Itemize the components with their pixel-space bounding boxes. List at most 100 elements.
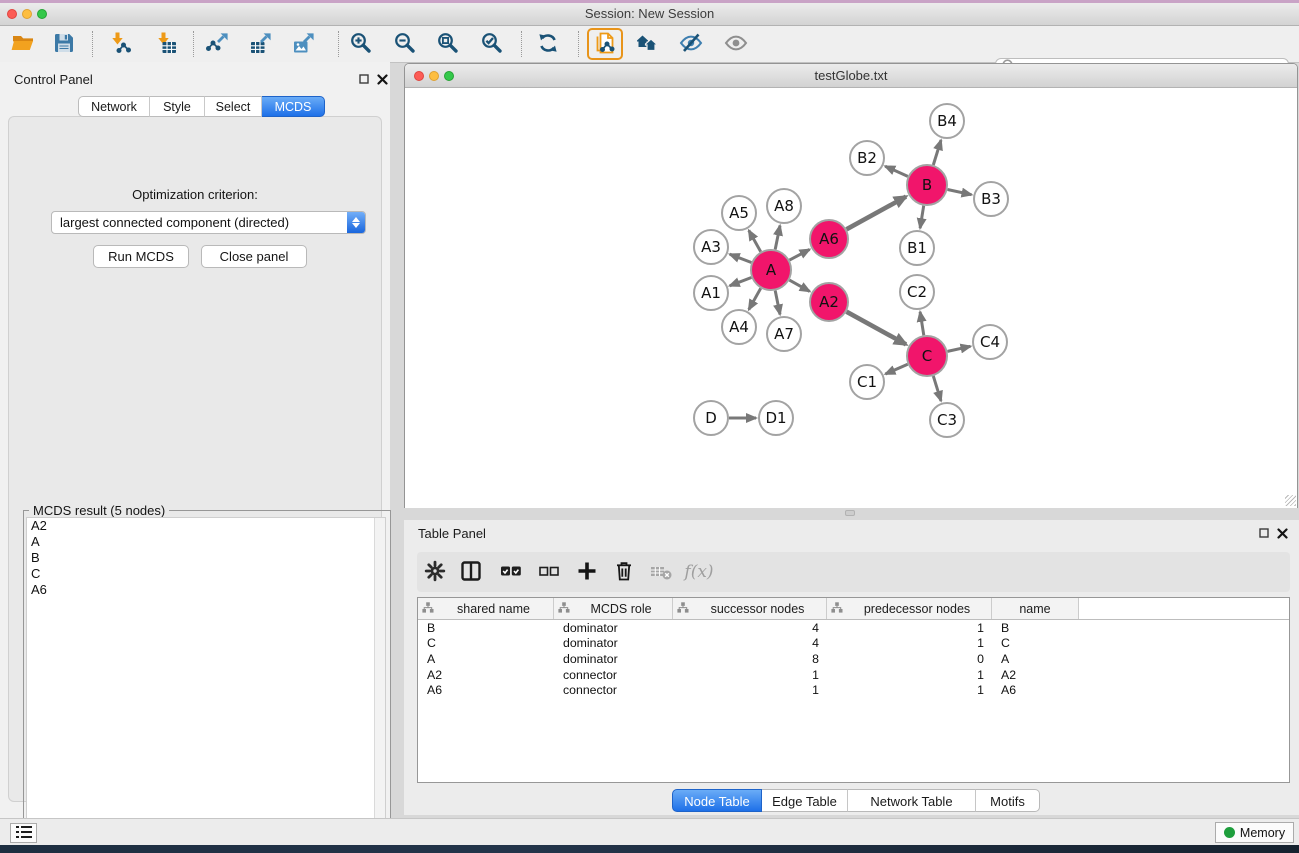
edge-A-A3[interactable]: [730, 254, 752, 262]
cell[interactable]: A2: [992, 668, 1079, 682]
close-panel-button[interactable]: Close panel: [201, 245, 307, 268]
node-B3[interactable]: B3: [974, 182, 1008, 216]
table-row[interactable]: Adominator80A: [418, 651, 1289, 667]
tab-mcds[interactable]: MCDS: [262, 96, 325, 117]
node-B[interactable]: B: [907, 165, 947, 205]
delete-column-button[interactable]: [607, 555, 641, 589]
edge-C-C4[interactable]: [948, 346, 971, 351]
import-network-button[interactable]: [102, 28, 138, 60]
cell[interactable]: dominator: [554, 621, 673, 635]
cell[interactable]: 1: [673, 683, 827, 697]
node-C2[interactable]: C2: [900, 275, 934, 309]
column-header-predecessor-nodes[interactable]: predecessor nodes: [827, 598, 992, 619]
tab-edge-table[interactable]: Edge Table: [762, 789, 848, 812]
edge-B-B4[interactable]: [933, 140, 941, 165]
add-column-button[interactable]: [570, 555, 604, 589]
edge-A-A2[interactable]: [789, 280, 809, 291]
edge-A-A8[interactable]: [775, 226, 780, 250]
edge-B-B2[interactable]: [885, 166, 908, 176]
zoom-in-button[interactable]: [343, 28, 379, 60]
node-A8[interactable]: A8: [767, 189, 801, 223]
edge-A-A7[interactable]: [775, 291, 780, 315]
network-overview-button[interactable]: [587, 28, 623, 60]
node-A6[interactable]: A6: [810, 220, 848, 258]
settings-button[interactable]: [418, 555, 452, 589]
cell[interactable]: 1: [827, 621, 992, 635]
select-all-button[interactable]: [494, 555, 528, 589]
close-panel-icon[interactable]: [377, 72, 388, 90]
tab-style[interactable]: Style: [150, 96, 205, 117]
deselect-all-button[interactable]: [532, 555, 566, 589]
node-A2[interactable]: A2: [810, 283, 848, 321]
cell[interactable]: A2: [418, 668, 554, 682]
float-table-panel-icon[interactable]: [1259, 526, 1270, 544]
network-zoom-button[interactable]: [444, 71, 454, 81]
table-row[interactable]: A6connector11A6: [418, 682, 1289, 698]
node-A7[interactable]: A7: [767, 317, 801, 351]
node-A[interactable]: A: [751, 250, 791, 290]
cell[interactable]: 1: [673, 668, 827, 682]
node-C4[interactable]: C4: [973, 325, 1007, 359]
table-row[interactable]: Bdominator41B: [418, 620, 1289, 636]
mcds-result-item[interactable]: C: [27, 566, 385, 582]
tab-network[interactable]: Network: [78, 96, 150, 117]
edge-A-A6[interactable]: [790, 249, 810, 260]
node-C3[interactable]: C3: [930, 403, 964, 437]
export-network-button[interactable]: [200, 28, 236, 60]
cell[interactable]: 1: [827, 636, 992, 650]
table-row[interactable]: A2connector11A2: [418, 667, 1289, 683]
edge-C-C3[interactable]: [933, 376, 941, 401]
save-session-button[interactable]: [46, 28, 82, 60]
tab-motifs[interactable]: Motifs: [976, 789, 1040, 812]
edge-C-C2[interactable]: [920, 312, 924, 336]
edge-A-A4[interactable]: [749, 288, 761, 309]
zoom-window-button[interactable]: [37, 9, 47, 19]
close-table-panel-icon[interactable]: [1277, 526, 1288, 544]
tab-node-table[interactable]: Node Table: [672, 789, 762, 812]
cell[interactable]: A6: [418, 683, 554, 697]
network-window-title-bar[interactable]: testGlobe.txt: [405, 64, 1297, 88]
column-header-shared-name[interactable]: shared name: [418, 598, 554, 619]
node-A5[interactable]: A5: [722, 196, 756, 230]
graphics-details-button[interactable]: [673, 28, 709, 60]
window-resize-grip[interactable]: [1285, 495, 1296, 506]
network-close-button[interactable]: [414, 71, 424, 81]
edge-B-B1[interactable]: [920, 206, 924, 229]
node-D[interactable]: D: [694, 401, 728, 435]
column-header-MCDS-role[interactable]: MCDS role: [554, 598, 673, 619]
import-table-button[interactable]: [148, 28, 184, 60]
cell[interactable]: C: [418, 636, 554, 650]
memory-button[interactable]: Memory: [1215, 822, 1294, 843]
export-table-button[interactable]: [243, 28, 279, 60]
edge-A2-C[interactable]: [847, 312, 907, 345]
close-window-button[interactable]: [7, 9, 17, 19]
node-C1[interactable]: C1: [850, 365, 884, 399]
table-row[interactable]: Cdominator41C: [418, 636, 1289, 652]
homes-button[interactable]: [629, 28, 665, 60]
node-B2[interactable]: B2: [850, 141, 884, 175]
cell[interactable]: A: [992, 652, 1079, 666]
node-A1[interactable]: A1: [694, 276, 728, 310]
cell[interactable]: 4: [673, 621, 827, 635]
node-table[interactable]: shared nameMCDS rolesuccessor nodesprede…: [417, 597, 1290, 783]
refresh-button[interactable]: [530, 28, 566, 60]
export-image-button[interactable]: [286, 28, 322, 60]
tab-network-table[interactable]: Network Table: [848, 789, 976, 812]
tab-select[interactable]: Select: [205, 96, 262, 117]
zoom-selected-button[interactable]: [474, 28, 510, 60]
edge-B-B3[interactable]: [948, 190, 972, 195]
column-header-name[interactable]: name: [992, 598, 1079, 619]
edge-A-A5[interactable]: [749, 230, 761, 251]
mcds-result-list[interactable]: A2ABCA6: [26, 517, 386, 848]
column-layout-button[interactable]: [454, 555, 488, 589]
cell[interactable]: C: [992, 636, 1079, 650]
cell[interactable]: A: [418, 652, 554, 666]
cell[interactable]: 8: [673, 652, 827, 666]
cell[interactable]: connector: [554, 683, 673, 697]
node-D1[interactable]: D1: [759, 401, 793, 435]
cell[interactable]: A6: [992, 683, 1079, 697]
edge-A-A1[interactable]: [730, 278, 752, 286]
minimize-window-button[interactable]: [22, 9, 32, 19]
cell[interactable]: dominator: [554, 636, 673, 650]
cell[interactable]: B: [418, 621, 554, 635]
